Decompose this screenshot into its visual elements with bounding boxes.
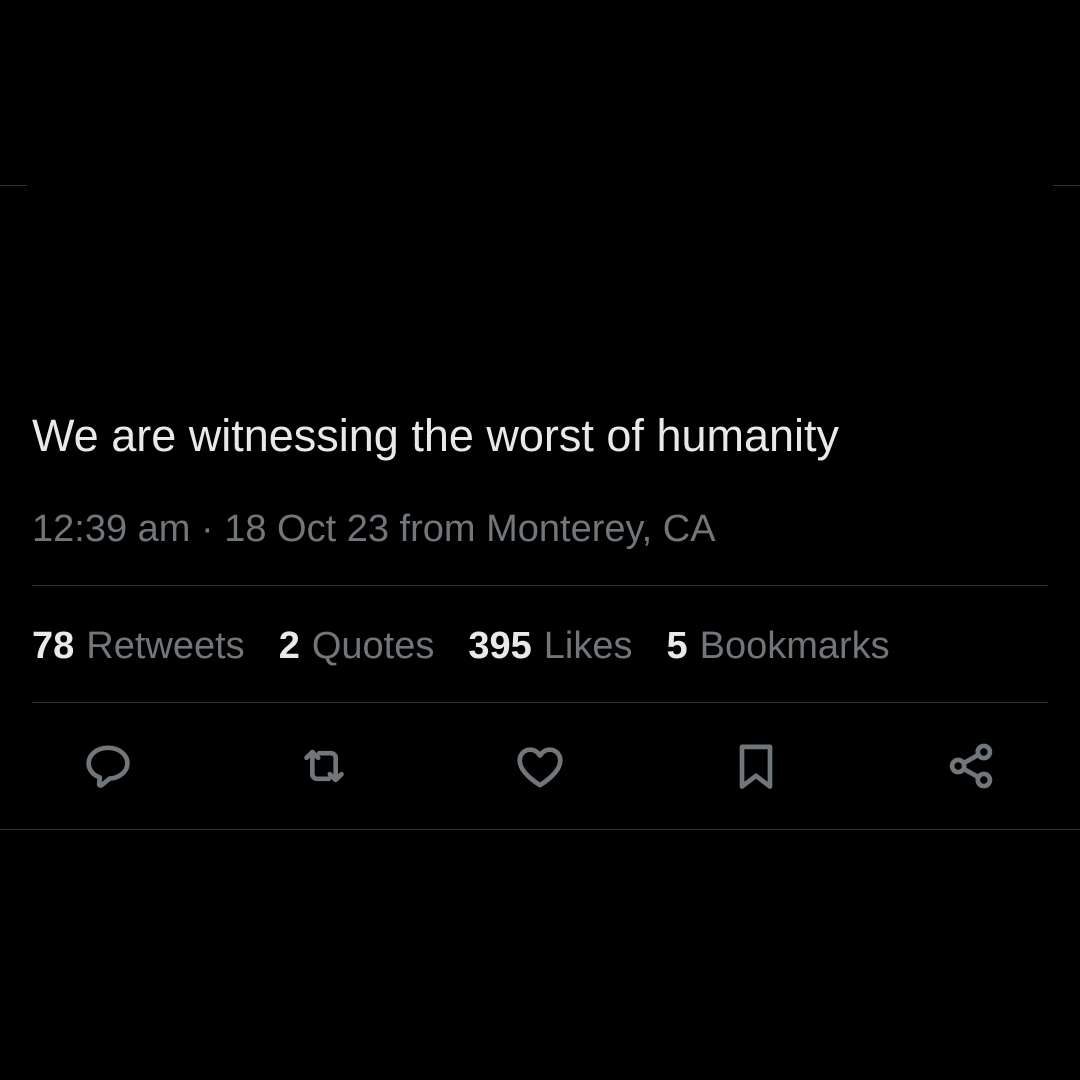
speech-bubble-icon [86, 745, 130, 788]
likes-stat[interactable]: 395 Likes [468, 625, 632, 668]
top-divider-left [0, 185, 27, 186]
share-button[interactable] [941, 736, 1001, 796]
tweet-timestamp-location[interactable]: 12:39 am · 18 Oct 23 from Monterey, CA [32, 504, 716, 554]
likes-label: Likes [543, 624, 633, 667]
bookmark-button[interactable] [726, 736, 786, 796]
like-button[interactable] [510, 736, 570, 796]
likes-count: 395 [468, 624, 532, 667]
retweets-count: 78 [32, 624, 75, 667]
bookmarks-stat[interactable]: 5 Bookmarks [666, 625, 889, 668]
actions-top-divider [32, 702, 1048, 703]
tweet-bottom-divider [0, 829, 1080, 830]
quotes-label: Quotes [311, 624, 435, 667]
stats-top-divider [32, 585, 1048, 586]
retweet-button[interactable] [294, 736, 354, 796]
heart-icon [517, 747, 563, 788]
quotes-count: 2 [278, 624, 300, 667]
bookmarks-label: Bookmarks [699, 624, 890, 667]
bookmarks-count: 5 [666, 624, 688, 667]
retweets-label: Retweets [86, 624, 245, 667]
retweets-stat[interactable]: 78 Retweets [32, 625, 245, 668]
retweet-arrows-icon [304, 749, 344, 783]
top-divider-right [1053, 185, 1080, 186]
quotes-stat[interactable]: 2 Quotes [279, 625, 435, 668]
engagement-stats: 78 Retweets 2 Quotes 395 Likes 5 Bookmar… [32, 620, 924, 672]
reply-button[interactable] [78, 736, 138, 796]
bookmark-icon [739, 744, 773, 789]
tweet-text: We are witnessing the worst of humanity [32, 410, 840, 461]
share-nodes-icon [949, 743, 993, 789]
tweet-action-bar [0, 736, 1080, 796]
